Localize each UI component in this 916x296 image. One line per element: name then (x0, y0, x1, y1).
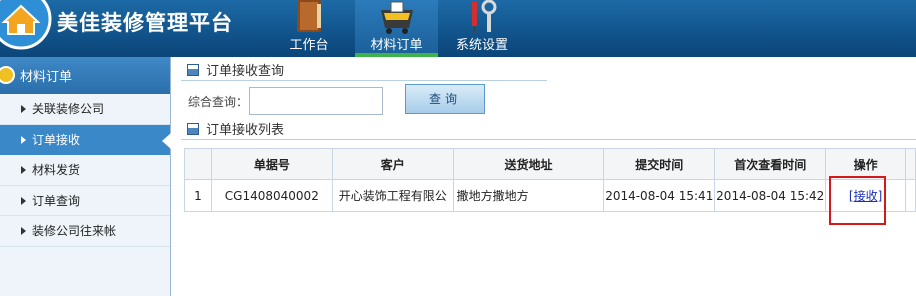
sidebar-item-order-receive[interactable]: 订单接收 (0, 124, 171, 155)
nav-system-settings[interactable]: 系统设置 (442, 0, 522, 57)
column-header-index (184, 148, 212, 180)
column-header-order-no: 单据号 (210, 148, 333, 180)
search-input[interactable] (249, 87, 384, 115)
column-header-spacer (904, 148, 916, 180)
sidebar-item-label: 订单接收 (32, 132, 81, 147)
triangle-right-icon (21, 135, 26, 144)
book-icon (297, 0, 321, 32)
sidebar-item-label: 关联装修公司 (32, 102, 105, 117)
query-label: 综合查询： (188, 94, 249, 109)
query-section-title-text: 订单接收查询 (206, 64, 285, 79)
order-table: 单据号 客户 送货地址 提交时间 首次查看时间 操作 1 CG140804000… (184, 148, 916, 212)
cell-index: 1 (184, 179, 212, 212)
sidebar-item-company-accounts[interactable]: 装修公司往来帐 (0, 216, 170, 247)
table-row: 1 CG1408040002 开心装饰工程有限公 撒地方撒地方 2014-08-… (184, 179, 916, 212)
nav-label-system-settings: 系统设置 (455, 38, 508, 53)
list-section-title-text: 订单接收列表 (206, 123, 285, 138)
sidebar: 材料订单 关联装修公司 订单接收 材料发货 订单查询 装修公司往来帐 (0, 57, 171, 296)
cart-icon (380, 1, 413, 34)
table-header-row: 单据号 客户 送货地址 提交时间 首次查看时间 操作 (184, 148, 916, 180)
cell-first-view-time: 2014-08-04 15:42 (714, 179, 827, 212)
sidebar-header-label: 材料订单 (20, 70, 73, 85)
sidebar-item-linked-companies[interactable]: 关联装修公司 (0, 94, 170, 125)
column-header-address: 送货地址 (452, 148, 605, 180)
sidebar-header[interactable]: 材料订单 (0, 57, 170, 94)
tools-icon (472, 0, 497, 33)
sidebar-item-label: 装修公司往来帐 (32, 224, 117, 239)
main-content: 订单接收查询 综合查询： 查询 订单接收列表 单据号 客户 送货地址 提交时间 … (181, 57, 916, 296)
nav-label-workbench: 工作台 (289, 38, 329, 53)
cell-spacer (904, 179, 916, 212)
column-header-submit-time: 提交时间 (603, 148, 716, 180)
triangle-right-icon (21, 105, 26, 113)
highlight-box (829, 176, 886, 225)
active-pointer-icon (162, 132, 171, 149)
window-icon (187, 122, 199, 135)
sidebar-item-order-query[interactable]: 订单查询 (0, 186, 170, 216)
nav-material-orders[interactable]: 材料订单 (355, 0, 438, 57)
triangle-right-icon (21, 196, 26, 205)
column-header-action: 操作 (825, 148, 906, 180)
nav-label-material-orders: 材料订单 (370, 38, 423, 53)
window-icon (187, 63, 199, 76)
column-header-customer: 客户 (331, 148, 454, 180)
triangle-right-icon (21, 166, 26, 174)
cell-address: 撒地方撒地方 (452, 179, 605, 212)
cell-customer: 开心装饰工程有限公 (331, 179, 454, 212)
query-row: 综合查询： (188, 87, 384, 115)
top-header: 美佳装修管理平台 工作台 材料订单 系统设置 (0, 0, 916, 57)
sidebar-item-label: 材料发货 (32, 163, 81, 178)
app-title: 美佳装修管理平台 (57, 11, 233, 35)
cell-submit-time: 2014-08-04 15:41 (603, 179, 716, 212)
column-header-first-view-time: 首次查看时间 (714, 148, 827, 180)
query-section-title: 订单接收查询 (181, 59, 547, 81)
house-logo-icon (0, 0, 52, 50)
list-section-title: 订单接收列表 (181, 118, 916, 140)
triangle-right-icon (21, 227, 26, 235)
query-button[interactable]: 查询 (405, 84, 485, 114)
cell-order-no: CG1408040002 (210, 179, 333, 212)
chevron-down-icon (0, 66, 15, 84)
sidebar-item-label: 订单查询 (32, 193, 81, 208)
sidebar-item-material-shipping[interactable]: 材料发货 (0, 155, 170, 186)
nav-workbench[interactable]: 工作台 (269, 0, 349, 57)
